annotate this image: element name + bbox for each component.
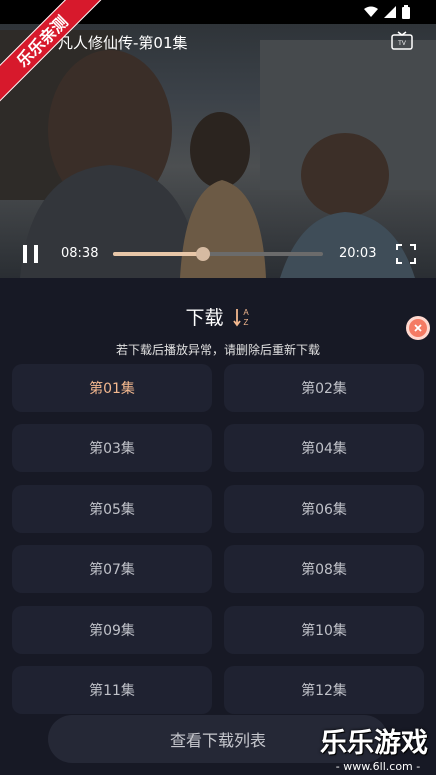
site-logo: 乐乐游戏 - www.6ll.com - (320, 728, 436, 775)
total-time: 20:03 (339, 246, 377, 261)
episode-button[interactable]: 第12集 (224, 666, 424, 714)
tv-cast-icon[interactable]: TV (390, 30, 414, 54)
download-panel: 下载 A Z 若下载后播放异常，请删除后重新下载 第01集 第02集 第03集 … (0, 278, 436, 775)
episode-button[interactable]: 第03集 (12, 424, 212, 472)
site-logo-url: - www.6ll.com - (335, 760, 421, 773)
close-button[interactable] (406, 316, 430, 340)
current-time: 08:38 (61, 246, 99, 261)
svg-text:Z: Z (243, 318, 248, 327)
close-icon (414, 324, 422, 332)
pause-icon[interactable] (20, 243, 42, 265)
progress-bar[interactable] (113, 247, 323, 261)
site-logo-brand: 乐乐游戏 (320, 728, 428, 759)
episode-button[interactable]: 第10集 (224, 606, 424, 654)
video-player[interactable]: 凡人修仙传-第01集 TV 08:38 20:03 (0, 0, 436, 278)
panel-title: 下载 (185, 307, 224, 329)
svg-text:TV: TV (398, 41, 406, 47)
progress-fill (113, 252, 204, 256)
episode-button[interactable]: 第02集 (224, 364, 424, 412)
episode-button[interactable]: 第09集 (12, 606, 212, 654)
signal-icon (384, 6, 396, 18)
battery-icon (402, 5, 410, 19)
svg-text:A: A (243, 308, 249, 317)
fullscreen-icon[interactable] (396, 244, 416, 264)
episode-button[interactable]: 第04集 (224, 424, 424, 472)
panel-header: 下载 A Z (0, 303, 436, 329)
episode-button[interactable]: 第05集 (12, 485, 212, 533)
video-title: 凡人修仙传-第01集 (58, 34, 188, 52)
sort-az-icon[interactable]: A Z (232, 306, 251, 328)
episode-button[interactable]: 第06集 (224, 485, 424, 533)
wifi-icon (364, 6, 378, 17)
panel-hint: 若下载后播放异常，请删除后重新下载 (115, 343, 320, 357)
episode-button[interactable]: 第07集 (12, 545, 212, 593)
episode-button[interactable]: 第01集 (12, 364, 212, 412)
episode-button[interactable]: 第11集 (12, 666, 212, 714)
episode-button[interactable]: 第08集 (224, 545, 424, 593)
